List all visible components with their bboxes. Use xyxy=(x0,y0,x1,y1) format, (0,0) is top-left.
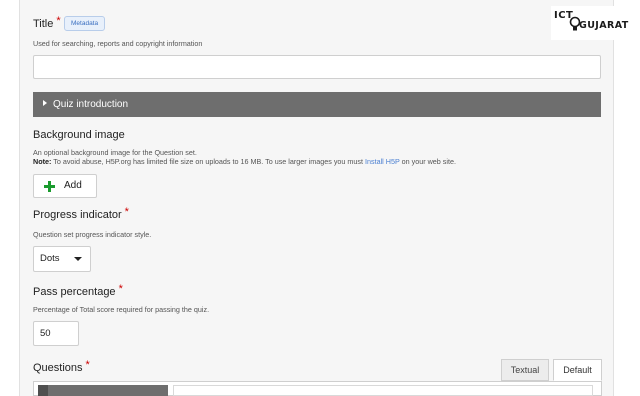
questions-label: Questions * xyxy=(33,359,90,374)
progress-indicator-value: Dots xyxy=(40,253,60,264)
upload-note: Note: To avoid abuse, H5P.org has limite… xyxy=(33,157,456,166)
add-image-button[interactable]: Add xyxy=(33,174,97,198)
chevron-down-icon xyxy=(74,257,82,261)
question-list-item[interactable] xyxy=(38,385,168,396)
question-panel xyxy=(173,385,593,396)
tab-default[interactable]: Default xyxy=(553,359,602,381)
note-label: Note: xyxy=(33,157,52,166)
pass-percentage-description: Percentage of Total score required for p… xyxy=(33,305,210,314)
note-end: on your web site. xyxy=(399,157,456,166)
plus-icon xyxy=(44,181,55,192)
note-text: To avoid abuse, H5P.org has limited file… xyxy=(51,157,365,166)
required-mark: * xyxy=(56,15,61,27)
title-label: Title * xyxy=(33,15,61,30)
required-mark: * xyxy=(124,206,129,218)
quiz-introduction-label: Quiz introduction xyxy=(53,99,129,110)
required-mark: * xyxy=(85,359,90,371)
required-mark: * xyxy=(118,283,123,295)
quiz-introduction-toggle[interactable]: Quiz introduction xyxy=(33,92,601,117)
tab-textual[interactable]: Textual xyxy=(501,359,549,381)
background-image-label: Background image xyxy=(33,129,125,141)
title-label-text: Title xyxy=(33,18,54,30)
pass-percentage-label-text: Pass percentage xyxy=(33,286,116,298)
background-image-description: An optional background image for the Que… xyxy=(33,148,197,157)
drag-handle-icon[interactable] xyxy=(38,385,48,396)
progress-indicator-select[interactable]: Dots xyxy=(33,246,91,272)
metadata-button[interactable]: Metadata xyxy=(64,16,106,31)
add-button-label: Add xyxy=(64,180,82,191)
progress-indicator-description: Question set progress indicator style. xyxy=(33,230,152,239)
progress-indicator-label: Progress indicator * xyxy=(33,206,129,221)
pass-percentage-label: Pass percentage * xyxy=(33,283,123,298)
questions-label-text: Questions xyxy=(33,362,83,374)
progress-indicator-label-text: Progress indicator xyxy=(33,209,122,221)
pass-percentage-input[interactable]: 50 xyxy=(33,321,79,346)
title-description: Used for searching, reports and copyrigh… xyxy=(33,39,203,48)
logo-gujarat-text: GUJARAT xyxy=(579,20,629,31)
install-h5p-link[interactable]: Install H5P xyxy=(365,157,400,166)
ict-gujarat-logo: ICT GUJARAT xyxy=(551,6,640,40)
caret-right-icon xyxy=(43,100,47,106)
title-input[interactable] xyxy=(33,55,601,79)
